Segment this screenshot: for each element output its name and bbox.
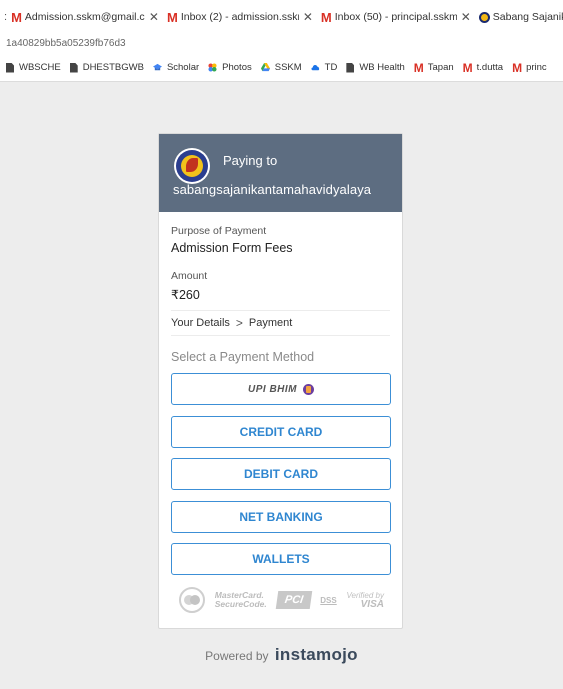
step-payment: Payment: [248, 317, 293, 329]
paying-to-label: Paying to: [223, 153, 278, 168]
gmail-icon: M: [166, 9, 178, 25]
browser-tab-strip: : M Admission.sskm@gmail.co ✕ M Inbox (2…: [0, 0, 563, 34]
scholar-icon: [152, 63, 162, 71]
net-banking-button[interactable]: NET BANKING: [171, 501, 391, 533]
gmail-icon: M: [512, 60, 523, 75]
upi-bhim-label: UPI BHIM: [248, 383, 297, 395]
step-your-details[interactable]: Your Details: [171, 317, 230, 329]
bookmark-label: princ: [526, 62, 547, 73]
bookmark-scholar[interactable]: Scholar: [152, 62, 200, 73]
close-tab-icon[interactable]: ✕: [461, 10, 471, 24]
tab-gmail-admission[interactable]: M Admission.sskm@gmail.co ✕: [7, 4, 163, 30]
powered-by-footer: Powered by instamojo: [0, 645, 563, 665]
select-method-heading: Select a Payment Method: [171, 350, 315, 364]
bookmarks-bar: WBSCHE DHESTBGWB Scholar Photos SSKM TD …: [0, 54, 563, 82]
merchant-name: sabangsajanikantamahavidyalaya: [173, 182, 372, 197]
bhim-icon: [303, 383, 314, 395]
breadcrumb: Your Details > Payment: [171, 316, 292, 330]
close-tab-icon[interactable]: ✕: [303, 10, 313, 24]
tab-gmail-inbox-principal[interactable]: M Inbox (50) - principal.sskm ✕: [317, 4, 475, 30]
tab-title: Sabang Sajanikant: [492, 11, 563, 23]
bookmark-tapan[interactable]: M Tapan: [414, 61, 454, 75]
bookmark-wb-health[interactable]: WB Health: [346, 62, 405, 73]
doc-icon: [69, 62, 78, 73]
college-icon: [478, 11, 490, 23]
tab-gmail-inbox-admission[interactable]: M Inbox (2) - admission.sskm ✕: [163, 4, 317, 30]
bookmark-label: Scholar: [166, 62, 200, 73]
trust-badges: MasterCard. SecureCode. PCI DSS Verified…: [179, 586, 384, 614]
bookmark-label: TD: [324, 62, 338, 73]
bookmark-princ[interactable]: Mprinc: [512, 61, 547, 75]
bookmark-label: WBSCHE: [19, 62, 61, 73]
tab-title: Inbox (50) - principal.sskm: [334, 11, 457, 23]
credit-card-button[interactable]: CREDIT CARD: [171, 416, 391, 448]
bookmark-label: t.dutta: [476, 62, 504, 73]
powered-by-label: Powered by: [205, 649, 269, 663]
bookmark-sskm[interactable]: SSKM: [260, 62, 302, 73]
tab-title: Inbox (2) - admission.sskm: [180, 11, 299, 23]
drive-icon: [260, 63, 270, 72]
wallets-button[interactable]: WALLETS: [171, 543, 391, 575]
doc-icon: [6, 62, 14, 73]
gmail-icon: M: [462, 60, 473, 75]
verified-by-visa-logo: Verified by VISA: [346, 591, 384, 610]
mastercard-icon: [179, 587, 205, 613]
upi-bhim-button[interactable]: UPI BHIM: [171, 373, 391, 405]
purpose-label: Purpose of Payment: [171, 225, 267, 237]
college-logo-icon: [174, 148, 210, 184]
tab-overflow-marker: :: [4, 11, 8, 23]
dss-logo: DSS: [320, 595, 337, 605]
bookmark-label: DHESTBGWB: [82, 62, 144, 73]
amount-label: Amount: [171, 270, 208, 282]
mastercard-securecode-text: MasterCard. SecureCode.: [214, 590, 267, 609]
doc-icon: [346, 62, 355, 73]
tab-college[interactable]: Sabang Sajanikant: [475, 4, 563, 30]
gmail-icon: M: [413, 60, 424, 75]
cloud-icon: [311, 64, 319, 71]
bookmark-label: SSKM: [274, 62, 302, 73]
payment-header: Paying to sabangsajanikantamahavidyalaya: [159, 134, 402, 212]
instamojo-logo[interactable]: instamojo: [275, 645, 358, 664]
divider: [171, 310, 390, 311]
gmail-icon: M: [11, 9, 22, 25]
bookmark-td[interactable]: TD: [311, 62, 338, 73]
pci-logo: PCI: [275, 591, 312, 609]
chevron-right-icon: >: [235, 316, 243, 330]
tab-title: Admission.sskm@gmail.co: [24, 11, 145, 23]
bookmark-label: Photos: [222, 62, 252, 73]
payment-card: Paying to sabangsajanikantamahavidyalaya…: [158, 133, 403, 629]
purpose-value: Admission Form Fees: [171, 241, 293, 255]
bookmark-wbsche[interactable]: WBSCHE: [6, 62, 61, 73]
bookmark-tdutta[interactable]: Mt.dutta: [463, 61, 503, 75]
bookmark-label: WB Health: [359, 62, 405, 73]
close-tab-icon[interactable]: ✕: [149, 10, 159, 24]
bookmark-dhestbgwb[interactable]: DHESTBGWB: [69, 62, 144, 73]
divider: [171, 335, 390, 336]
url-fragment[interactable]: 1a40829bb5a05239fb76d3: [0, 34, 563, 54]
bookmark-photos[interactable]: Photos: [208, 62, 252, 73]
debit-card-button[interactable]: DEBIT CARD: [171, 458, 391, 490]
bookmark-label: Tapan: [427, 62, 454, 73]
amount-value: ₹260: [171, 288, 200, 302]
gmail-icon: M: [320, 9, 332, 25]
photos-icon: [208, 63, 217, 72]
